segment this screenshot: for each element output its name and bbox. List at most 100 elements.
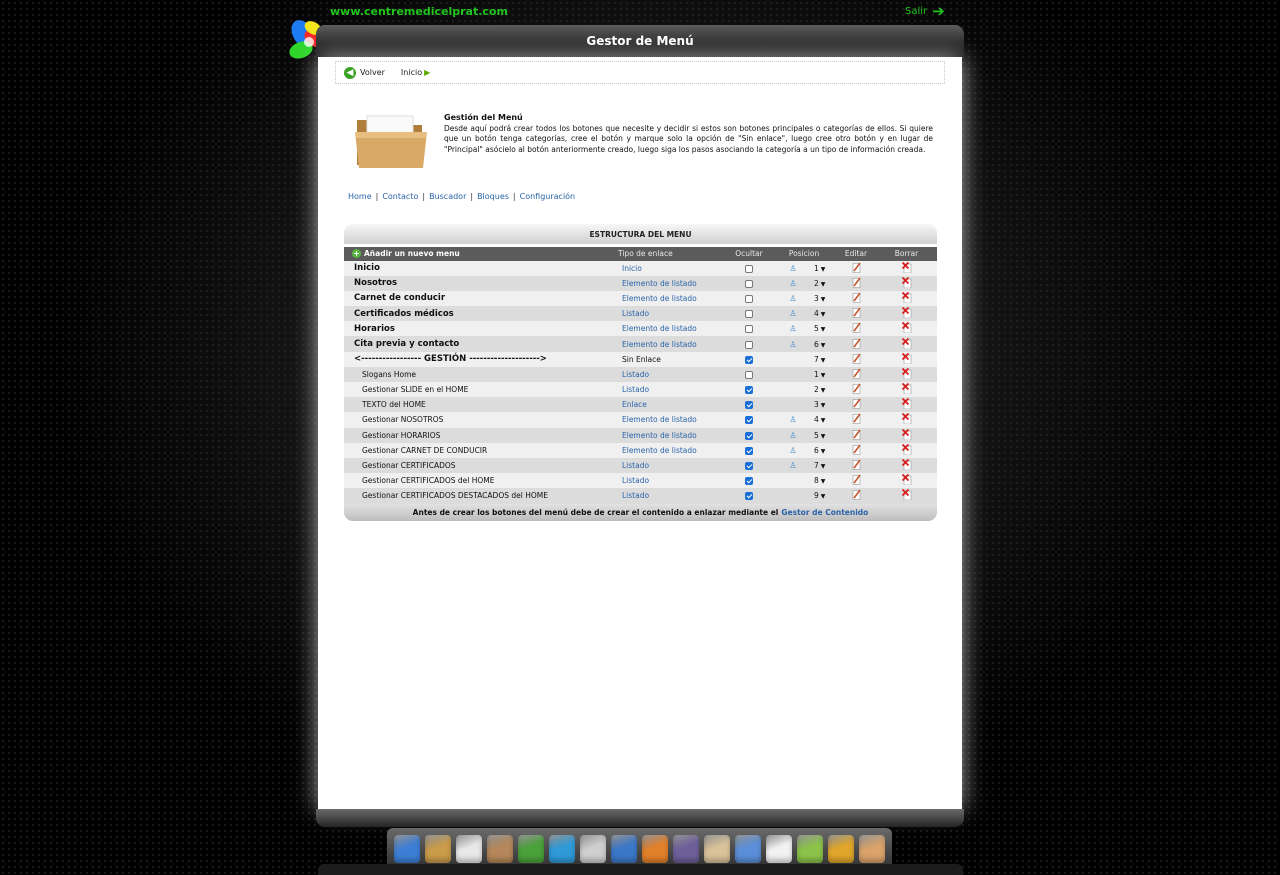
edit-icon[interactable] xyxy=(852,292,861,303)
discount-tag-icon[interactable] xyxy=(549,835,576,863)
position-select[interactable]: 1 ▼ xyxy=(814,370,825,379)
hide-checkbox[interactable] xyxy=(745,310,753,319)
position-select[interactable]: 8 ▼ xyxy=(814,476,825,485)
menu-item-type-link[interactable]: Elemento de listado xyxy=(622,294,697,303)
position-select[interactable]: 9 ▼ xyxy=(814,491,825,500)
preview-user-icon[interactable]: ♙ xyxy=(789,279,796,288)
delete-icon[interactable] xyxy=(901,276,912,288)
preview-user-icon[interactable]: ♙ xyxy=(789,324,796,333)
delete-icon[interactable] xyxy=(901,459,912,471)
logout-button[interactable]: Salir ➔ xyxy=(905,4,945,19)
delete-icon[interactable] xyxy=(901,413,912,425)
position-select[interactable]: 4 ▼ xyxy=(814,309,825,318)
position-select[interactable]: 5 ▼ xyxy=(814,431,825,440)
position-select[interactable]: 6 ▼ xyxy=(814,446,825,455)
preview-user-icon[interactable]: ♙ xyxy=(789,446,796,455)
delete-icon[interactable] xyxy=(901,398,912,410)
edit-icon[interactable] xyxy=(852,262,861,273)
edit-icon[interactable] xyxy=(852,444,861,455)
menu-item-type-link[interactable]: Elemento de listado xyxy=(622,415,697,424)
edit-icon[interactable] xyxy=(852,353,861,364)
delete-icon[interactable] xyxy=(901,428,912,440)
delete-icon[interactable] xyxy=(901,383,912,395)
users-icon[interactable] xyxy=(611,835,638,863)
monitor-icon[interactable] xyxy=(672,835,699,863)
edit-icon[interactable] xyxy=(852,413,861,425)
quicklink-home[interactable]: Home xyxy=(348,192,372,201)
quicklink-bloques[interactable]: Bloques xyxy=(477,192,509,201)
folder-icon[interactable] xyxy=(425,835,452,863)
hide-checkbox[interactable] xyxy=(745,431,753,440)
position-select[interactable]: 6 ▼ xyxy=(814,340,825,349)
edit-icon[interactable] xyxy=(852,277,861,288)
menu-item-type-link[interactable]: Listado xyxy=(622,476,649,485)
menu-item-type-link[interactable]: Elemento de listado xyxy=(622,431,697,440)
envelope-icon[interactable] xyxy=(765,835,792,863)
hide-checkbox[interactable] xyxy=(745,446,753,455)
hide-checkbox[interactable] xyxy=(745,462,753,471)
position-select[interactable]: 3 ▼ xyxy=(814,400,825,409)
hide-checkbox[interactable] xyxy=(745,370,753,379)
home-icon[interactable] xyxy=(394,835,421,863)
delete-icon[interactable] xyxy=(901,307,912,319)
preview-user-icon[interactable]: ♙ xyxy=(789,415,796,424)
edit-icon[interactable] xyxy=(852,368,861,379)
preview-user-icon[interactable]: ♙ xyxy=(789,461,796,470)
notepad-icon[interactable] xyxy=(456,835,483,863)
delete-icon[interactable] xyxy=(901,352,912,364)
content-manager-link[interactable]: Gestor de Contenido xyxy=(781,508,868,517)
hide-checkbox[interactable] xyxy=(745,492,753,501)
menu-item-type-link[interactable]: Elemento de listado xyxy=(622,324,697,333)
menu-item-type-link[interactable]: Listado xyxy=(622,461,649,470)
menu-item-type-link[interactable]: Listado xyxy=(622,309,649,318)
hide-checkbox[interactable] xyxy=(745,279,753,288)
hide-checkbox[interactable] xyxy=(745,264,753,273)
delete-icon[interactable] xyxy=(901,367,912,379)
edit-icon[interactable] xyxy=(852,383,861,394)
preview-user-icon[interactable]: ♙ xyxy=(789,340,796,349)
breadcrumb-home[interactable]: Inicio ▶ xyxy=(401,68,430,77)
delete-icon[interactable] xyxy=(901,291,912,303)
delete-icon[interactable] xyxy=(901,261,912,273)
delete-icon[interactable] xyxy=(901,337,912,349)
preview-user-icon[interactable]: ♙ xyxy=(789,264,796,273)
add-menu-button[interactable]: + Añadir un nuevo menu xyxy=(344,244,598,261)
delete-icon[interactable] xyxy=(901,474,912,486)
edit-icon[interactable] xyxy=(852,307,861,318)
menu-item-type-link[interactable]: Enlace xyxy=(622,400,647,409)
edit-icon[interactable] xyxy=(852,459,861,470)
edit-icon[interactable] xyxy=(852,398,861,410)
edit-icon[interactable] xyxy=(852,322,861,334)
preview-user-icon[interactable]: ♙ xyxy=(789,431,796,440)
menu-item-type-link[interactable]: Listado xyxy=(622,385,649,394)
position-select[interactable]: 4 ▼ xyxy=(814,415,825,424)
hide-checkbox[interactable] xyxy=(745,416,753,425)
quicklink-buscador[interactable]: Buscador xyxy=(429,192,466,201)
edit-icon[interactable] xyxy=(852,338,861,349)
position-select[interactable]: 2 ▼ xyxy=(814,385,825,394)
hide-checkbox[interactable] xyxy=(745,340,753,349)
position-select[interactable]: 2 ▼ xyxy=(814,279,825,288)
position-select[interactable]: 3 ▼ xyxy=(814,294,825,303)
hide-checkbox[interactable] xyxy=(745,401,753,410)
hide-checkbox[interactable] xyxy=(745,294,753,303)
position-select[interactable]: 5 ▼ xyxy=(814,324,825,333)
paypal-icon[interactable] xyxy=(703,835,730,863)
edit-icon[interactable] xyxy=(852,474,861,486)
menu-item-type-link[interactable]: Listado xyxy=(622,370,649,379)
hide-checkbox[interactable] xyxy=(745,355,753,364)
delete-icon[interactable] xyxy=(901,489,912,501)
back-button[interactable]: ◀ Volver xyxy=(344,66,385,79)
menu-item-type-link[interactable]: Elemento de listado xyxy=(622,279,697,288)
shopping-cart-icon[interactable] xyxy=(518,835,545,863)
lock-icon[interactable] xyxy=(827,835,854,863)
printer-icon[interactable] xyxy=(580,835,607,863)
settings-gear-icon[interactable] xyxy=(641,835,668,863)
menu-item-type-link[interactable]: Elemento de listado xyxy=(622,446,697,455)
preview-user-icon[interactable]: ♙ xyxy=(789,309,796,318)
hide-checkbox[interactable] xyxy=(745,386,753,395)
edit-icon[interactable] xyxy=(852,429,861,440)
statistics-icon[interactable] xyxy=(796,835,823,863)
menu-item-type-link[interactable]: Elemento de listado xyxy=(622,340,697,349)
quicklink-contacto[interactable]: Contacto xyxy=(382,192,418,201)
